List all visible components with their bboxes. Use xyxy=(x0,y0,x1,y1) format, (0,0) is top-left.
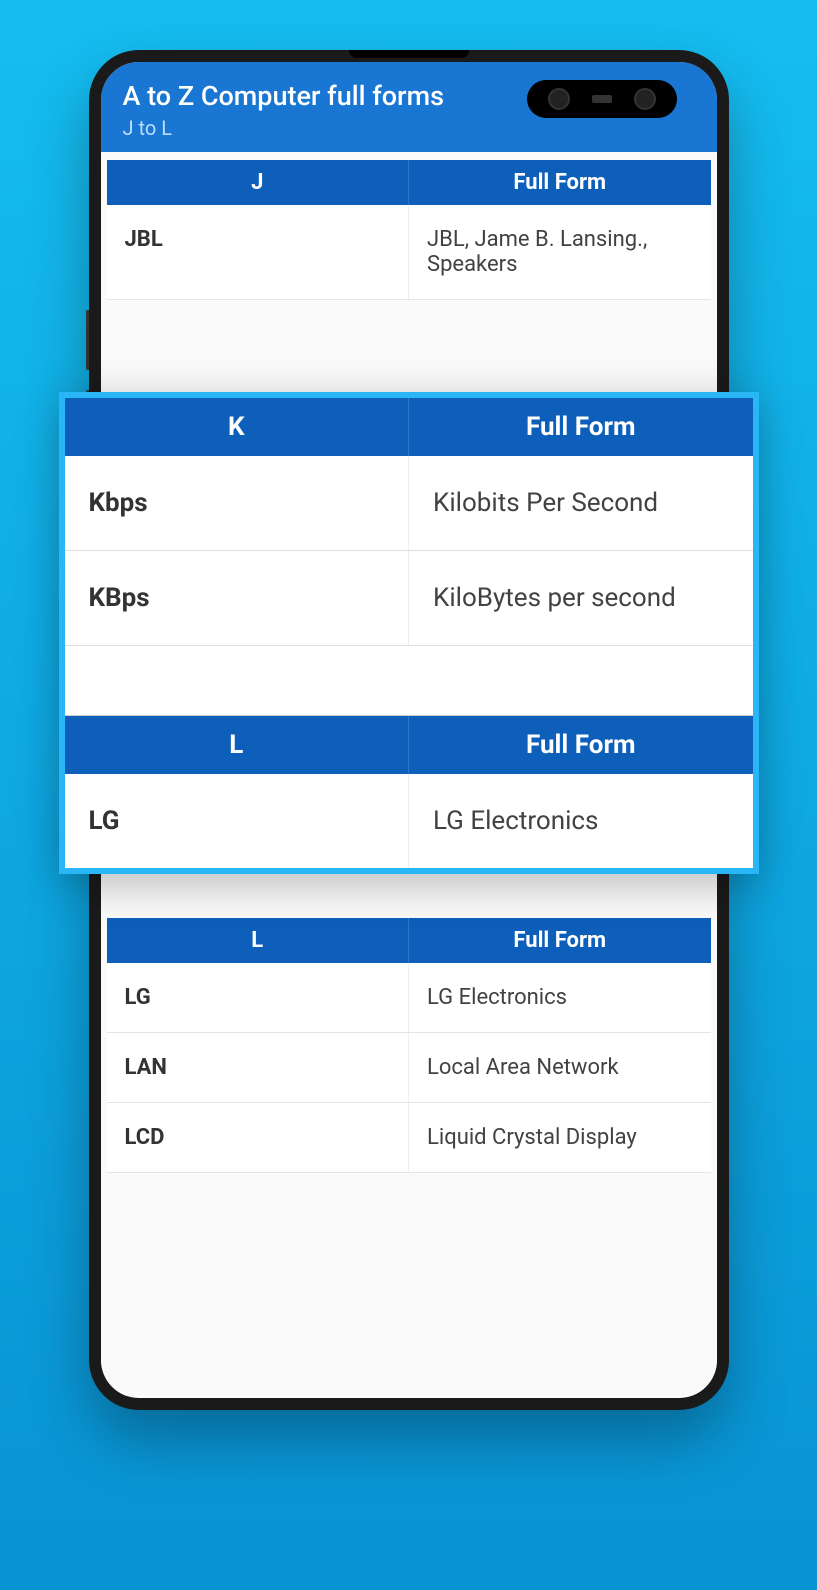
abbr-cell: LAN xyxy=(107,1033,410,1102)
column-header-abbr: L xyxy=(65,716,410,774)
camera-dot xyxy=(634,88,656,110)
column-header-full: Full Form xyxy=(409,918,711,963)
full-form-cell: KiloBytes per second xyxy=(409,551,753,645)
full-form-cell: JBL, Jame B. Lansing., Speakers xyxy=(409,205,711,299)
side-button xyxy=(86,310,89,370)
table-row[interactable]: Kbps Kilobits Per Second xyxy=(65,456,753,551)
table-section-j: J Full Form JBL JBL, Jame B. Lansing., S… xyxy=(107,160,711,300)
abbr-cell: KBps xyxy=(65,551,410,645)
sensor-icon xyxy=(592,95,612,103)
table-row[interactable]: LAN Local Area Network xyxy=(107,1033,711,1103)
camera-notch xyxy=(527,80,677,118)
column-header-abbr: J xyxy=(107,160,410,205)
column-header-full: Full Form xyxy=(409,716,753,774)
table-row[interactable]: LG LG Electronics xyxy=(65,774,753,868)
abbr-cell: JBL xyxy=(107,205,410,299)
camera-dot xyxy=(548,88,570,110)
table-row[interactable]: LG LG Electronics xyxy=(107,963,711,1033)
abbr-cell: Kbps xyxy=(65,456,410,550)
abbr-cell: LG xyxy=(65,774,410,868)
table-row[interactable]: KBps KiloBytes per second xyxy=(65,551,753,646)
table-header: L Full Form xyxy=(107,918,711,963)
table-header: J Full Form xyxy=(107,160,711,205)
table-section-l: L Full Form LG LG Electronics LAN Local … xyxy=(107,918,711,1173)
full-form-cell: Liquid Crystal Display xyxy=(409,1103,711,1172)
full-form-cell: LG Electronics xyxy=(409,963,711,1032)
full-form-cell: LG Electronics xyxy=(409,774,753,868)
abbr-cell: LG xyxy=(107,963,410,1032)
column-header-abbr: K xyxy=(65,398,410,456)
abbr-cell: LCD xyxy=(107,1103,410,1172)
section-divider xyxy=(65,646,753,716)
full-form-cell: Local Area Network xyxy=(409,1033,711,1102)
column-header-full: Full Form xyxy=(409,398,753,456)
page-subtitle: J to L xyxy=(123,116,695,140)
full-form-cell: Kilobits Per Second xyxy=(409,456,753,550)
column-header-full: Full Form xyxy=(409,160,711,205)
table-header: L Full Form xyxy=(65,716,753,774)
speaker-slot xyxy=(349,50,469,58)
zoom-overlay: K Full Form Kbps Kilobits Per Second KBp… xyxy=(59,392,759,874)
table-row[interactable]: LCD Liquid Crystal Display xyxy=(107,1103,711,1173)
column-header-abbr: L xyxy=(107,918,410,963)
table-header: K Full Form xyxy=(65,398,753,456)
table-row[interactable]: JBL JBL, Jame B. Lansing., Speakers xyxy=(107,205,711,300)
